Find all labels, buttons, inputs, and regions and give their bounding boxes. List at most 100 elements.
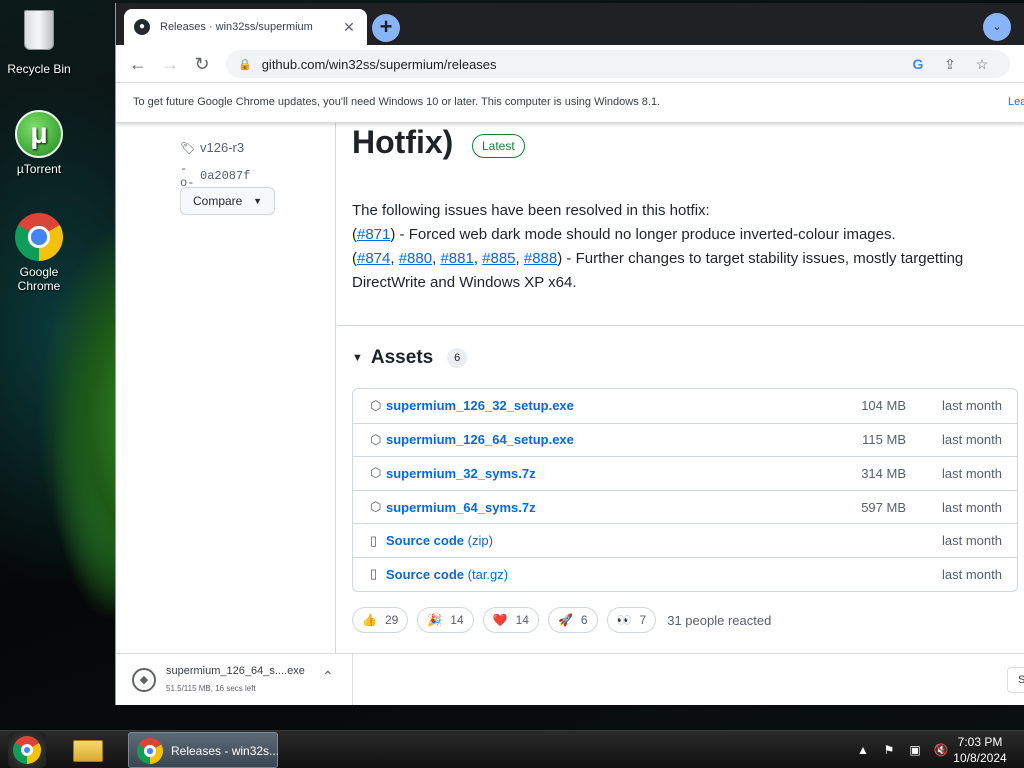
show-all-button[interactable]: S xyxy=(1007,667,1024,693)
release-sidebar: 🏷 v126-r3 -o- 0a2087f Compare ▼ xyxy=(116,123,336,653)
release-notes-line-2: (#874, #880, #881, #885, #888) - Further… xyxy=(352,250,964,291)
asset-link[interactable]: supermium_126_32_setup.exe xyxy=(386,398,806,413)
desktop-icon-label: µTorrent xyxy=(16,162,62,176)
google-translate-icon[interactable]: G xyxy=(902,56,934,72)
reload-icon[interactable]: ↻ xyxy=(190,53,214,75)
taskbar-file-explorer[interactable] xyxy=(66,732,110,768)
clock[interactable]: 7:03 PM 10/8/2024 xyxy=(945,734,1015,766)
browser-toolbar: ← → ↻ 🔒 github.com/win32ss/supermium/rel… xyxy=(116,45,1024,83)
file-zip-icon: ▯ xyxy=(370,532,378,548)
desktop-icon-label: Google Chrome xyxy=(17,265,61,293)
start-orb-icon xyxy=(13,736,41,764)
tag-label[interactable]: v126-r3 xyxy=(200,140,244,155)
package-icon: ⬡ xyxy=(370,397,382,413)
release-notes-intro: The following issues have been resolved … xyxy=(352,202,710,219)
commit-icon: -o- xyxy=(180,162,195,190)
share-icon[interactable]: ⇪ xyxy=(934,56,966,73)
reaction-eyes[interactable]: 👀 7 xyxy=(606,607,657,633)
tab-search-button[interactable]: ⌄ xyxy=(983,13,1011,41)
new-tab-button[interactable]: + xyxy=(372,14,400,42)
issue-link[interactable]: #874 xyxy=(357,250,390,267)
tag-icon: 🏷 xyxy=(180,140,196,155)
asset-row[interactable]: ⬡ supermium_126_32_setup.exe 104 MB last… xyxy=(353,389,1017,423)
system-tray: ▲ ⚑ ▣ 🔇 xyxy=(850,731,954,768)
compare-button[interactable]: Compare ▼ xyxy=(180,187,275,215)
issue-link[interactable]: #885 xyxy=(482,250,515,267)
issue-link[interactable]: #881 xyxy=(440,250,473,267)
tab-title: Releases · win32ss/supermium xyxy=(160,21,313,33)
issue-link[interactable]: #871 xyxy=(357,226,390,243)
browser-window: ● Releases · win32ss/supermium ✕ + ⌄ ← →… xyxy=(115,3,1024,705)
download-status: 51.5/115 MB, 16 secs left xyxy=(166,684,256,693)
caret-down-icon: ▼ xyxy=(253,196,262,206)
release-tag[interactable]: 🏷 v126-r3 xyxy=(180,140,244,155)
desktop-icon-recycle-bin[interactable]: Recycle Bin xyxy=(4,6,74,76)
desktop-icon-label: Recycle Bin xyxy=(7,62,71,76)
package-icon: ⬡ xyxy=(370,431,382,447)
issue-link[interactable]: #888 xyxy=(524,250,557,267)
reaction-hooray[interactable]: 🎉 14 xyxy=(417,607,474,633)
chrome-icon xyxy=(15,213,63,261)
rocket-icon: 🚀 xyxy=(557,613,573,627)
asset-link[interactable]: Source code (tar.gz) xyxy=(386,567,806,582)
asset-date: last month xyxy=(942,465,1002,481)
network-icon[interactable]: ▣ xyxy=(902,743,928,757)
back-icon[interactable]: ← xyxy=(126,53,150,75)
infobar-learn-more-link[interactable]: Lea xyxy=(1008,96,1024,108)
release-title: Hotfix) xyxy=(352,124,454,160)
start-button[interactable] xyxy=(8,732,46,768)
reaction-thumbs-up[interactable]: 👍 29 xyxy=(352,607,409,633)
reaction-heart[interactable]: ❤️ 14 xyxy=(482,607,539,633)
close-tab-icon[interactable]: ✕ xyxy=(341,19,357,36)
infobar-message: To get future Google Chrome updates, you… xyxy=(133,96,661,108)
eyes-icon: 👀 xyxy=(616,613,632,627)
folder-icon xyxy=(73,740,103,762)
asset-date: last month xyxy=(942,566,1002,582)
desktop-icon-google-chrome[interactable]: Google Chrome xyxy=(4,213,74,293)
recycle-bin-icon xyxy=(15,10,63,58)
asset-row[interactable]: ⬡ supermium_126_64_setup.exe 115 MB last… xyxy=(353,422,1017,457)
asset-row[interactable]: ▯ Source code (zip) last month xyxy=(353,523,1017,557)
package-icon: ⬡ xyxy=(370,465,382,481)
commit-label[interactable]: 0a2087f xyxy=(200,169,250,183)
download-shelf: ◆ supermium_126_64_s....exe 51.5/115 MB,… xyxy=(116,653,1024,705)
reaction-rocket[interactable]: 🚀 6 xyxy=(547,607,598,633)
asset-link[interactable]: Source code (zip) xyxy=(386,533,806,548)
chevron-up-icon[interactable]: ⌃ xyxy=(322,668,334,685)
asset-size: 597 MB xyxy=(861,499,906,515)
download-filename: supermium_126_64_s....exe xyxy=(166,665,305,677)
asset-link[interactable]: supermium_32_syms.7z xyxy=(386,466,806,481)
utorrent-icon: µ xyxy=(15,110,63,158)
file-zip-icon: ▯ xyxy=(370,566,378,582)
show-hidden-icons-icon[interactable]: ▲ xyxy=(850,743,876,757)
url-text[interactable]: github.com/win32ss/supermium/releases xyxy=(262,57,902,72)
bookmark-star-icon[interactable]: ☆ xyxy=(966,56,998,73)
taskbar-chrome[interactable]: Releases - win32s... xyxy=(128,732,279,768)
assets-count-badge: 6 xyxy=(447,348,468,368)
assets-list: ⬡ supermium_126_32_setup.exe 104 MB last… xyxy=(352,388,1018,592)
reaction-summary: 31 people reacted xyxy=(667,612,772,628)
assets-heading: Assets xyxy=(370,347,434,368)
release-main: Hotfix) Latest The following issues have… xyxy=(337,123,1024,653)
issue-link[interactable]: #880 xyxy=(399,250,432,267)
tab-releases[interactable]: ● Releases · win32ss/supermium ✕ xyxy=(124,9,367,45)
asset-row[interactable]: ▯ Source code (tar.gz) last month xyxy=(353,556,1017,591)
asset-row[interactable]: ⬡ supermium_64_syms.7z 597 MB last month xyxy=(353,489,1017,524)
desktop-icon-utorrent[interactable]: µ µTorrent xyxy=(4,110,74,176)
asset-row[interactable]: ⬡ supermium_32_syms.7z 314 MB last month xyxy=(353,456,1017,490)
tab-strip: ● Releases · win32ss/supermium ✕ + ⌄ xyxy=(116,3,1024,45)
release-notes-line-1: (#871) - Forced web dark mode should no … xyxy=(352,226,896,243)
section-divider xyxy=(337,325,1024,326)
assets-toggle[interactable]: ▼ Assets 6 xyxy=(352,347,468,369)
flag-icon[interactable]: ⚑ xyxy=(876,743,902,757)
asset-date: last month xyxy=(942,499,1002,515)
download-item[interactable]: ◆ supermium_126_64_s....exe 51.5/115 MB,… xyxy=(116,654,353,705)
release-commit[interactable]: -o- 0a2087f xyxy=(180,162,250,190)
forward-icon[interactable]: → xyxy=(158,53,182,75)
release-notes: The following issues have been resolved … xyxy=(352,199,1012,295)
latest-badge: Latest xyxy=(472,134,525,158)
lock-icon[interactable]: 🔒 xyxy=(238,58,252,71)
asset-link[interactable]: supermium_126_64_setup.exe xyxy=(386,432,806,447)
address-bar[interactable]: 🔒 github.com/win32ss/supermium/releases … xyxy=(226,50,1010,78)
asset-link[interactable]: supermium_64_syms.7z xyxy=(386,500,806,515)
